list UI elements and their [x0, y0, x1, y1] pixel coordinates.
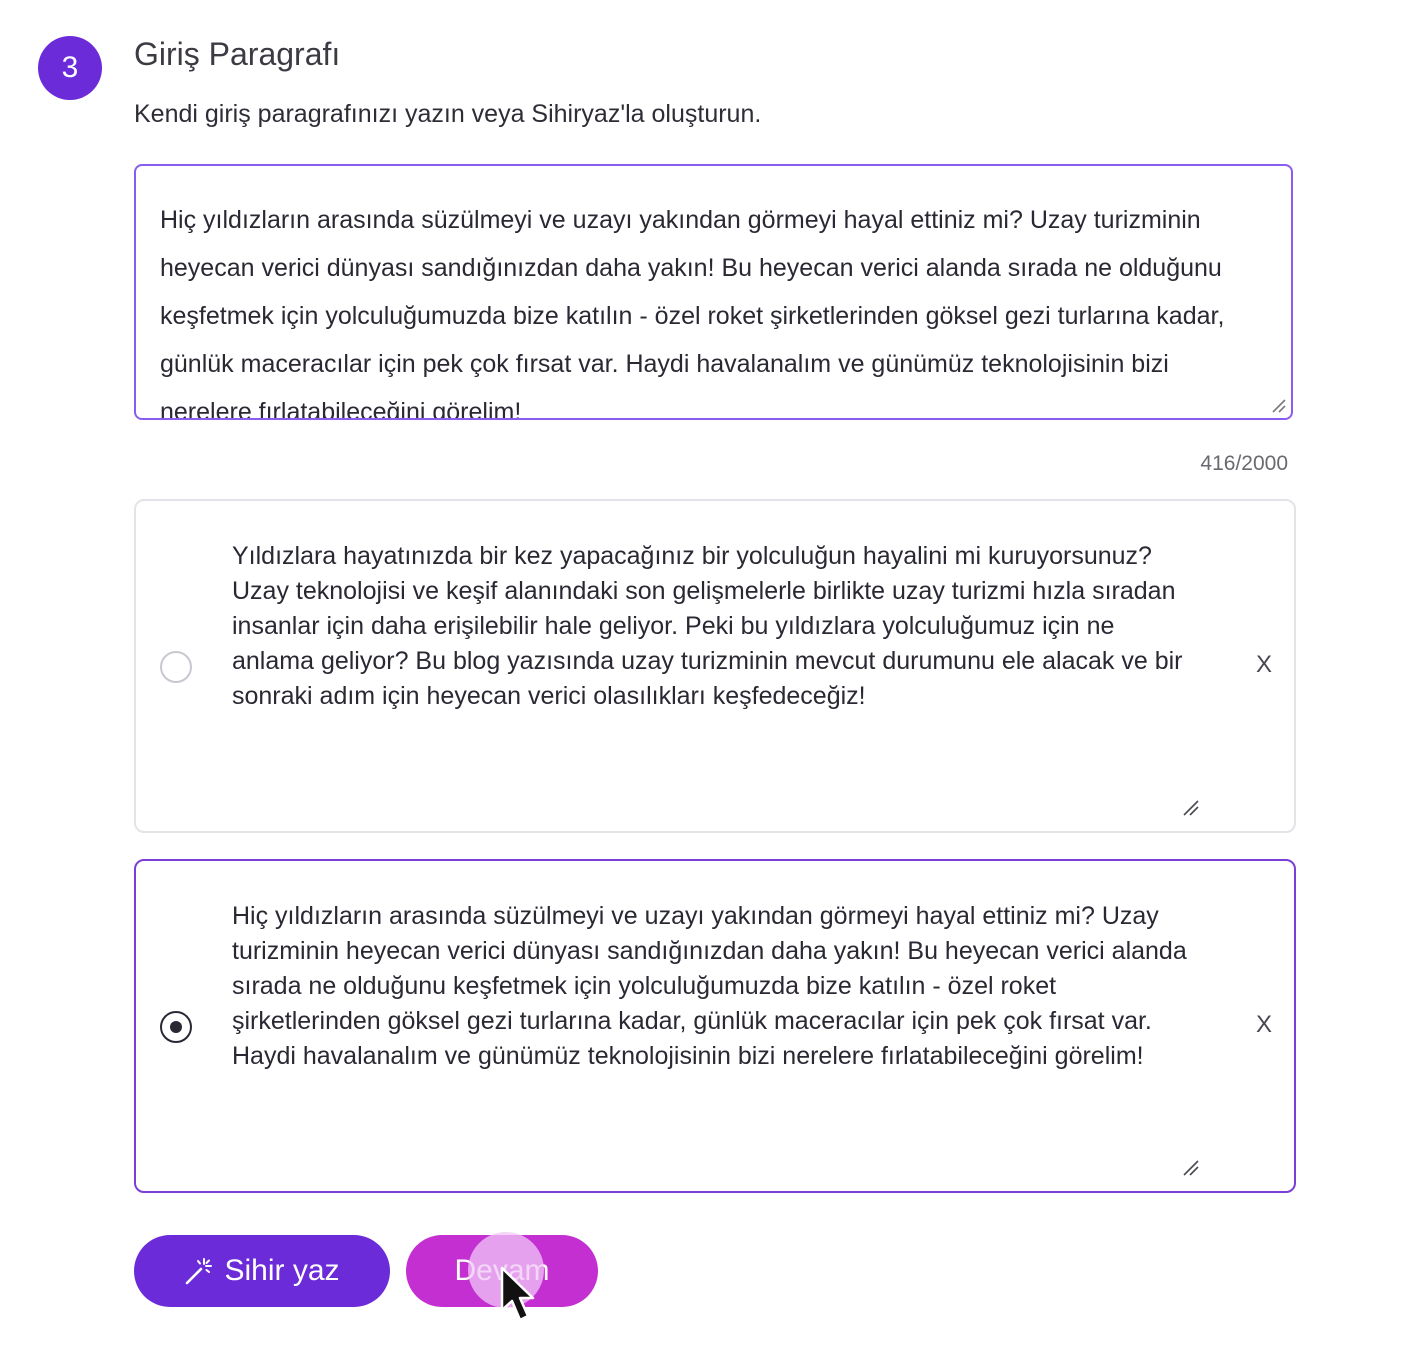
- magic-wand-icon: [186, 1258, 213, 1285]
- magic-write-button[interactable]: Sihir yaz: [134, 1235, 390, 1307]
- option-1-close-icon[interactable]: X: [1256, 651, 1272, 679]
- option-2-text[interactable]: Hiç yıldızların arasında süzülmeyi ve uz…: [232, 899, 1192, 1074]
- character-counter: 416/2000: [1200, 452, 1288, 475]
- intro-paragraph-text[interactable]: Hiç yıldızların arasında süzülmeyi ve uz…: [160, 196, 1261, 418]
- magic-write-label: Sihir yaz: [224, 1254, 340, 1287]
- paragraph-option-2[interactable]: Hiç yıldızların arasında süzülmeyi ve uz…: [134, 859, 1296, 1193]
- intro-paragraph-textarea[interactable]: Hiç yıldızların arasında süzülmeyi ve uz…: [134, 164, 1293, 420]
- resize-grip-icon[interactable]: [1182, 799, 1200, 817]
- resize-grip-icon[interactable]: [1269, 396, 1287, 414]
- option-1-text[interactable]: Yıldızlara hayatınızda bir kez yapacağın…: [232, 539, 1192, 714]
- continue-button[interactable]: Devam: [406, 1235, 598, 1307]
- section-subtitle: Kendi giriş paragrafınızı yazın veya Sih…: [134, 100, 762, 128]
- section-title: Giriş Paragrafı: [134, 36, 341, 72]
- option-1-radio[interactable]: [160, 651, 192, 683]
- continue-label: Devam: [454, 1254, 550, 1287]
- resize-grip-icon[interactable]: [1182, 1159, 1200, 1177]
- option-2-radio[interactable]: [160, 1011, 192, 1043]
- step-number: 3: [61, 51, 79, 84]
- step-number-badge: 3: [38, 36, 102, 100]
- paragraph-option-1[interactable]: Yıldızlara hayatınızda bir kez yapacağın…: [134, 499, 1296, 833]
- option-2-close-icon[interactable]: X: [1256, 1011, 1272, 1039]
